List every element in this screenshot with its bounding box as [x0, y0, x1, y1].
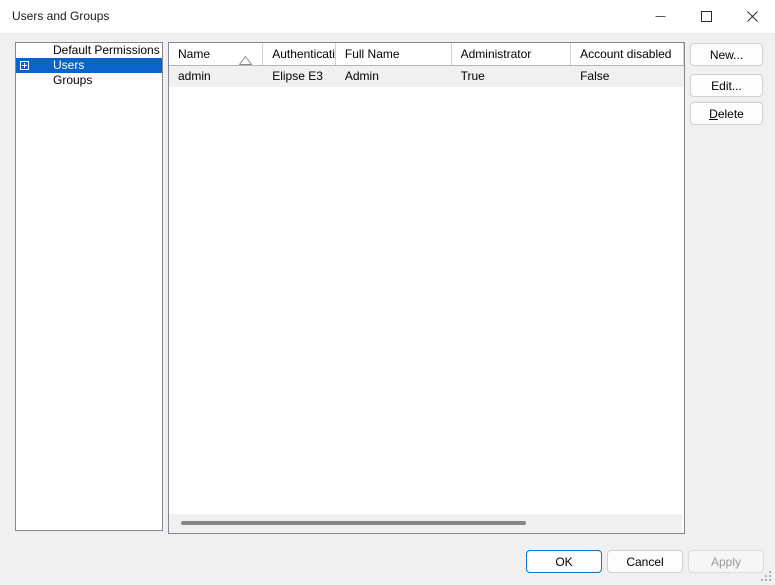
- sort-ascending-icon: [238, 50, 253, 65]
- list-empty-area[interactable]: [169, 87, 684, 533]
- maximize-button[interactable]: [683, 0, 729, 32]
- minimize-button[interactable]: [637, 0, 683, 32]
- list-header-row: Name Authenticati... Full Name Administr…: [169, 43, 684, 66]
- cell-name: admin: [178, 69, 211, 83]
- edit-button[interactable]: Edit...: [690, 74, 763, 97]
- tree-item-label: Users: [53, 58, 85, 72]
- window-controls: [637, 0, 775, 32]
- delete-button-rest: elete: [717, 106, 744, 121]
- apply-button-label: Apply: [710, 554, 742, 569]
- column-header-label: Authenticati...: [272, 47, 335, 61]
- column-header-account-disabled[interactable]: Account disabled: [571, 43, 684, 65]
- cancel-button[interactable]: Cancel: [607, 550, 683, 573]
- delete-button[interactable]: Delete: [690, 102, 763, 125]
- delete-button-label: Delete: [709, 107, 744, 121]
- column-header-label: Account disabled: [580, 47, 672, 61]
- tree-item-groups[interactable]: Groups: [16, 73, 162, 88]
- navigation-tree[interactable]: Default Permissions Users Groups: [15, 42, 163, 531]
- column-header-full-name[interactable]: Full Name: [335, 43, 452, 65]
- tree-item-default-permissions[interactable]: Default Permissions: [16, 43, 162, 58]
- window-title: Users and Groups: [12, 9, 110, 23]
- cell-account-disabled: False: [580, 69, 610, 83]
- column-header-name[interactable]: Name: [169, 43, 264, 65]
- new-button-label: New...: [709, 47, 744, 62]
- ok-button[interactable]: OK: [526, 550, 602, 573]
- cell-administrator: True: [460, 69, 485, 83]
- column-header-label: Full Name: [344, 47, 400, 61]
- tree-item-label: Groups: [53, 73, 93, 87]
- cell-full-name: Admin: [344, 69, 379, 83]
- expand-plus-icon[interactable]: [20, 61, 29, 70]
- delete-mnemonic: D: [709, 106, 718, 121]
- title-bar[interactable]: Users and Groups: [0, 0, 775, 34]
- minimize-icon: [655, 11, 666, 22]
- maximize-icon: [700, 10, 712, 22]
- scrollbar-thumb[interactable]: [181, 521, 526, 525]
- users-list-view[interactable]: Name Authenticati... Full Name Administr…: [168, 42, 685, 534]
- table-row[interactable]: admin Elipse E3 Admin True False: [169, 66, 684, 87]
- tree-item-label: Default Permissions: [53, 43, 160, 57]
- apply-button: Apply: [688, 550, 764, 573]
- column-header-label: Administrator: [460, 47, 532, 61]
- close-button[interactable]: [729, 0, 775, 32]
- cell-authentication: Elipse E3: [272, 69, 323, 83]
- column-header-administrator[interactable]: Administrator: [451, 43, 572, 65]
- tree-item-users[interactable]: Users: [16, 58, 162, 73]
- close-icon: [746, 10, 758, 22]
- column-header-label: Name: [178, 47, 211, 61]
- resize-grip[interactable]: [760, 570, 772, 582]
- cancel-button-label: Cancel: [626, 554, 664, 569]
- column-header-authentication[interactable]: Authenticati...: [263, 43, 336, 65]
- ok-button-label: OK: [555, 554, 573, 569]
- horizontal-scrollbar[interactable]: [169, 513, 682, 533]
- new-button[interactable]: New...: [690, 43, 763, 66]
- edit-button-label: Edit...: [711, 78, 742, 93]
